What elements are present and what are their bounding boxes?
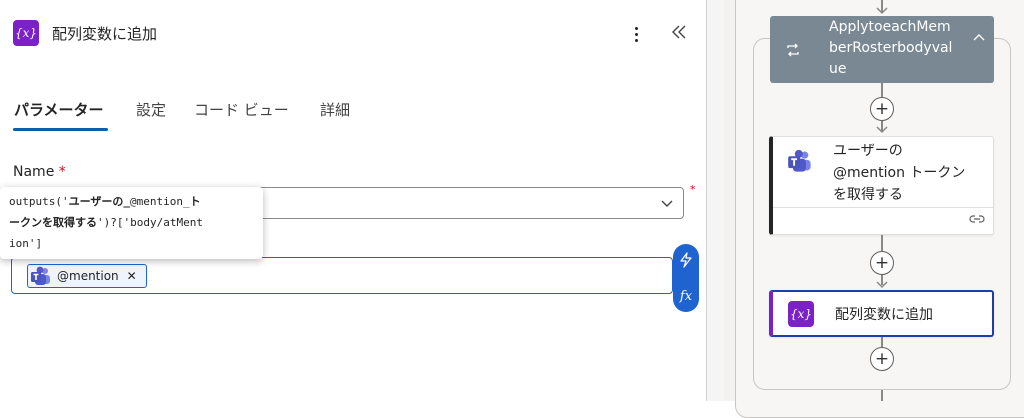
remove-token-icon[interactable]: ✕ — [127, 269, 137, 283]
tab-active-indicator — [13, 128, 108, 131]
loop-title-line: ApplytoeachMem — [829, 19, 951, 35]
action-details-panel: {x} 配列変数に追加 パラメーター 設定 コード ビュー 詳細 Name * … — [0, 0, 706, 401]
name-label-text: Name — [13, 164, 55, 180]
tab-settings[interactable]: 設定 — [136, 99, 166, 120]
teams-icon — [788, 149, 811, 172]
tooltip-part: ト — [189, 195, 201, 208]
loop-icon — [787, 43, 799, 57]
mention-token-label: @mention — [57, 269, 119, 283]
panel-resize-handle[interactable] — [706, 0, 724, 401]
action-title: 配列変数に追加 — [835, 307, 933, 323]
arrow-down-icon — [876, 126, 888, 134]
panel-title: 配列変数に追加 — [52, 25, 158, 43]
collapse-panel-icon[interactable] — [668, 18, 690, 46]
apply-to-each-header[interactable]: ApplytoeachMem berRosterbodyval ue — [770, 16, 994, 83]
dynamic-content-button[interactable] — [673, 247, 699, 273]
tab-parameters[interactable]: パラメーター — [14, 99, 104, 120]
expression-tooltip: outputs('ユーザーの_@mention_ト ークンを取得する')?['b… — [0, 187, 263, 259]
action-title-line: @mention トークン — [833, 165, 966, 181]
loop-title-line: berRosterbodyval — [829, 40, 953, 56]
card-divider — [773, 207, 994, 208]
link-icon[interactable] — [969, 213, 985, 225]
loop-title: ApplytoeachMem berRosterbodyval ue — [829, 17, 979, 80]
name-field-label: Name * — [13, 164, 66, 180]
tab-code-view[interactable]: コード ビュー — [194, 99, 289, 120]
variable-icon: {x} — [13, 20, 39, 46]
mention-token-chip[interactable]: @mention ✕ — [27, 264, 147, 288]
variable-icon: {x} — [788, 301, 814, 327]
arrow-down-icon — [876, 281, 888, 289]
loop-title-line: ue — [829, 61, 847, 77]
name-required-asterisk: * — [690, 183, 696, 196]
flow-canvas[interactable]: ApplytoeachMem berRosterbodyval ue + ユーザ… — [724, 0, 1024, 418]
connector-line — [881, 83, 883, 97]
connector-line — [881, 337, 883, 347]
connector-line — [881, 235, 883, 251]
tooltip-part: ')?['body/atMent — [97, 216, 203, 229]
lightning-icon — [680, 252, 692, 268]
more-options-icon[interactable] — [628, 22, 644, 46]
chevron-down-icon — [661, 200, 673, 207]
action-title-line: を取得する — [833, 187, 903, 203]
append-to-array-action[interactable]: {x} 配列変数に追加 — [769, 290, 994, 337]
tab-details[interactable]: 詳細 — [320, 99, 350, 120]
teams-icon — [31, 266, 50, 285]
required-asterisk: * — [58, 164, 66, 180]
expression-editor-button[interactable]: fx — [673, 283, 699, 309]
action-title: ユーザーの @mention トークン を取得する — [833, 140, 965, 206]
tooltip-part: ユーザーの_ — [68, 195, 131, 208]
arrow-down-icon — [876, 7, 888, 15]
tooltip-part: ion'] — [9, 237, 43, 250]
chevron-up-icon[interactable] — [973, 33, 985, 41]
tooltip-part: ークンを取得する — [9, 216, 97, 229]
tooltip-part: @mention_ — [130, 195, 190, 208]
action-title-line: ユーザーの — [833, 143, 903, 159]
add-step-icon[interactable]: + — [870, 251, 894, 275]
connector-line — [881, 390, 883, 401]
add-step-icon[interactable]: + — [870, 97, 894, 121]
tooltip-part: outputs(' — [9, 195, 69, 208]
add-step-icon[interactable]: + — [870, 347, 894, 371]
get-mention-token-action[interactable]: ユーザーの @mention トークン を取得する — [769, 136, 994, 235]
